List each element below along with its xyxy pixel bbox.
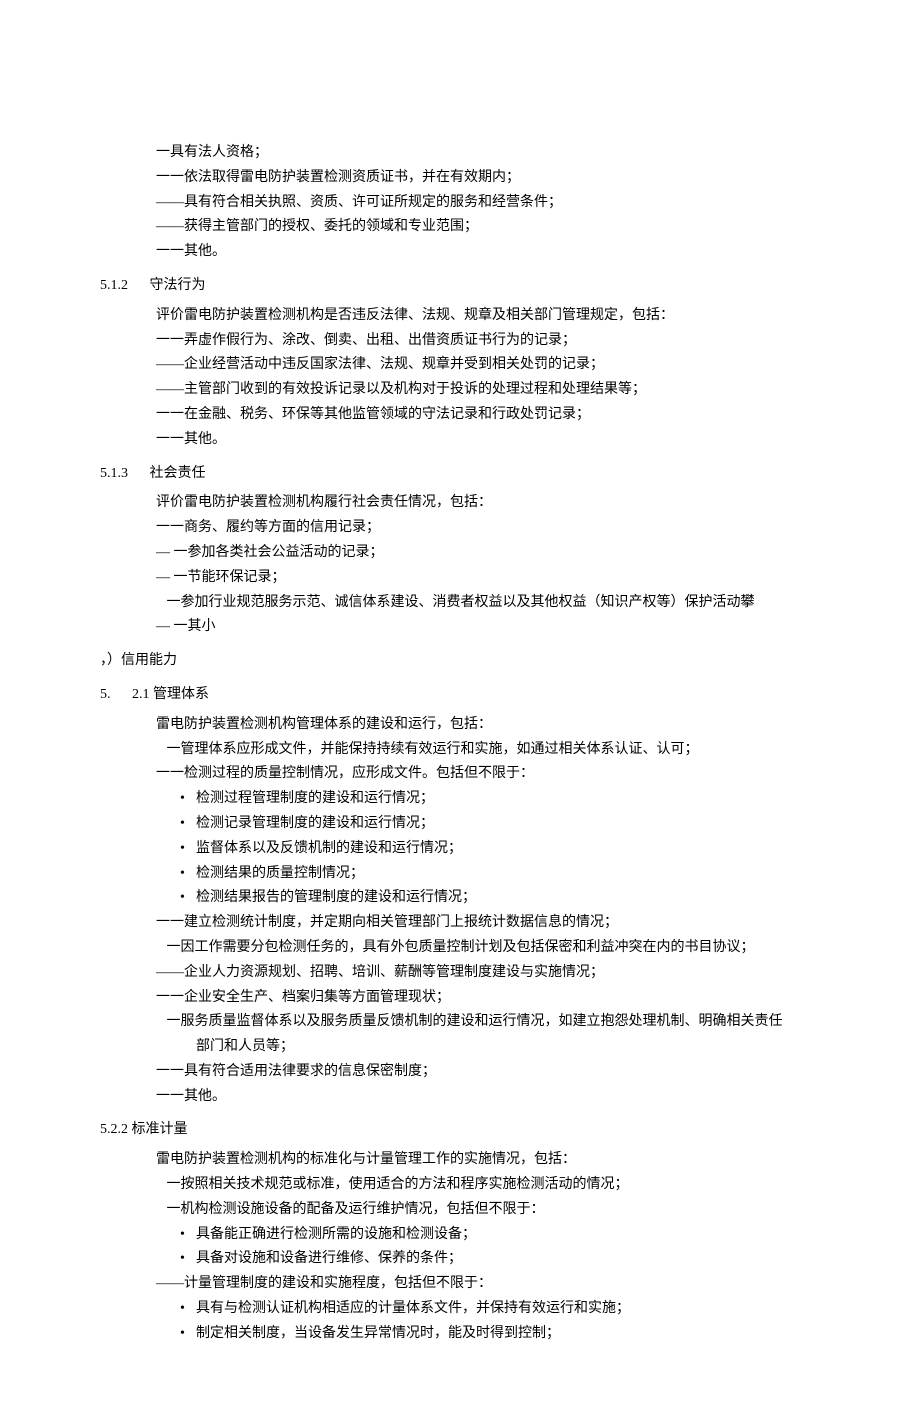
bullet-item: 具备对设施和设备进行维修、保养的条件； [100,1247,820,1271]
list-item: ——计量管理制度的建设和实施程度，包括但不限于： [100,1272,820,1296]
list-item: 一机构检测设施设备的配备及运行维护情况，包括但不限于： [100,1198,820,1222]
section-number: 5.2.2 [100,1122,128,1137]
section-heading-521: 5. 2.1 管理体系 [100,683,820,707]
list-item: — 一参加各类社会公益活动的记录； [100,541,820,565]
bullet-item: 检测记录管理制度的建设和运行情况； [100,812,820,836]
list-item: ——获得主管部门的授权、委托的领域和专业范围； [100,215,820,239]
list-item: ——企业经营活动中违反国家法律、法规、规章并受到相关处罚的记录； [100,353,820,377]
section-lead: 评价雷电防护装置检测机构履行社会责任情况，包括： [100,491,820,515]
list-item: 一一具有符合适用法律要求的信息保密制度； [100,1060,820,1084]
list-item: 一一商务、履约等方面的信用记录； [100,516,820,540]
section-title: 守法行为 [150,278,206,293]
list-item: 一一企业安全生产、档案归集等方面管理现状； [100,986,820,1010]
bullet-item: 制定相关制度，当设备发生异常情况时，能及时得到控制； [100,1322,820,1346]
list-item: — 一其小 [100,615,820,639]
list-item: 一一在金融、税务、环保等其他监管领域的守法记录和行政处罚记录； [100,403,820,427]
list-item: 一按照相关技术规范或标准，使用适合的方法和程序实施检测活动的情况； [100,1173,820,1197]
list-item: 一一其他。 [100,240,820,264]
section-number: 5.1.3 [100,462,128,486]
list-item: 一管理体系应形成文件，并能保持持续有效运行和实施，如通过相关体系认证、认可； [100,738,820,762]
list-item: 一一弄虚作假行为、涂改、倒卖、出租、出借资质证书行为的记录； [100,329,820,353]
bullet-item: 监督体系以及反馈机制的建设和运行情况； [100,837,820,861]
list-item: 一一依法取得雷电防护装置检测资质证书，并在有效期内； [100,166,820,190]
section-lead: 评价雷电防护装置检测机构是否违反法律、法规、规章及相关部门管理规定，包括： [100,304,820,328]
bullet-item: 检测结果报告的管理制度的建设和运行情况； [100,886,820,910]
bullet-item: 具备能正确进行检测所需的设施和检测设备； [100,1223,820,1247]
section-title: 2.1 管理体系 [132,687,209,702]
section-heading-52: ，）信用能力 [100,649,820,673]
list-item: — 一节能环保记录； [100,566,820,590]
section-heading-522: 5.2.2 标准计量 [100,1118,820,1142]
list-item: ——具有符合相关执照、资质、许可证所规定的服务和经营条件； [100,191,820,215]
section-number: 5. [100,683,111,707]
section-number: 5.1.2 [100,274,128,298]
list-item: 一一其他。 [100,1085,820,1109]
list-item: 一一检测过程的质量控制情况，应形成文件。包括但不限于： [100,762,820,786]
list-item: 一服务质量监督体系以及服务质量反馈机制的建设和运行情况，如建立抱怨处理机制、明确… [100,1010,820,1034]
list-item: ——主管部门收到的有效投诉记录以及机构对于投诉的处理过程和处理结果等； [100,378,820,402]
list-item: ——企业人力资源规划、招聘、培训、薪酬等管理制度建设与实施情况； [100,961,820,985]
section-lead: 雷电防护装置检测机构的标准化与计量管理工作的实施情况，包括： [100,1148,820,1172]
list-item: 一具有法人资格； [100,141,820,165]
section-lead: 雷电防护装置检测机构管理体系的建设和运行，包括： [100,713,820,737]
list-item: 一一建立检测统计制度，并定期向相关管理部门上报统计数据信息的情况； [100,911,820,935]
section-title: 社会责任 [150,466,206,481]
bullet-item: 检测结果的质量控制情况； [100,862,820,886]
section-title: 标准计量 [132,1122,188,1137]
list-item: 一因工作需要分包检测任务的，具有外包质量控制计划及包括保密和利益冲突在内的书目协… [100,936,820,960]
section-heading-513: 5.1.3 社会责任 [100,462,820,486]
bullet-item: 检测过程管理制度的建设和运行情况； [100,787,820,811]
section-heading-512: 5.1.2 守法行为 [100,274,820,298]
list-item-continuation: 部门和人员等； [100,1035,820,1059]
list-item: 一一其他。 [100,428,820,452]
list-item: 一参加行业规范服务示范、诚信体系建设、消费者权益以及其他权益（知识产权等）保护活… [100,591,820,615]
